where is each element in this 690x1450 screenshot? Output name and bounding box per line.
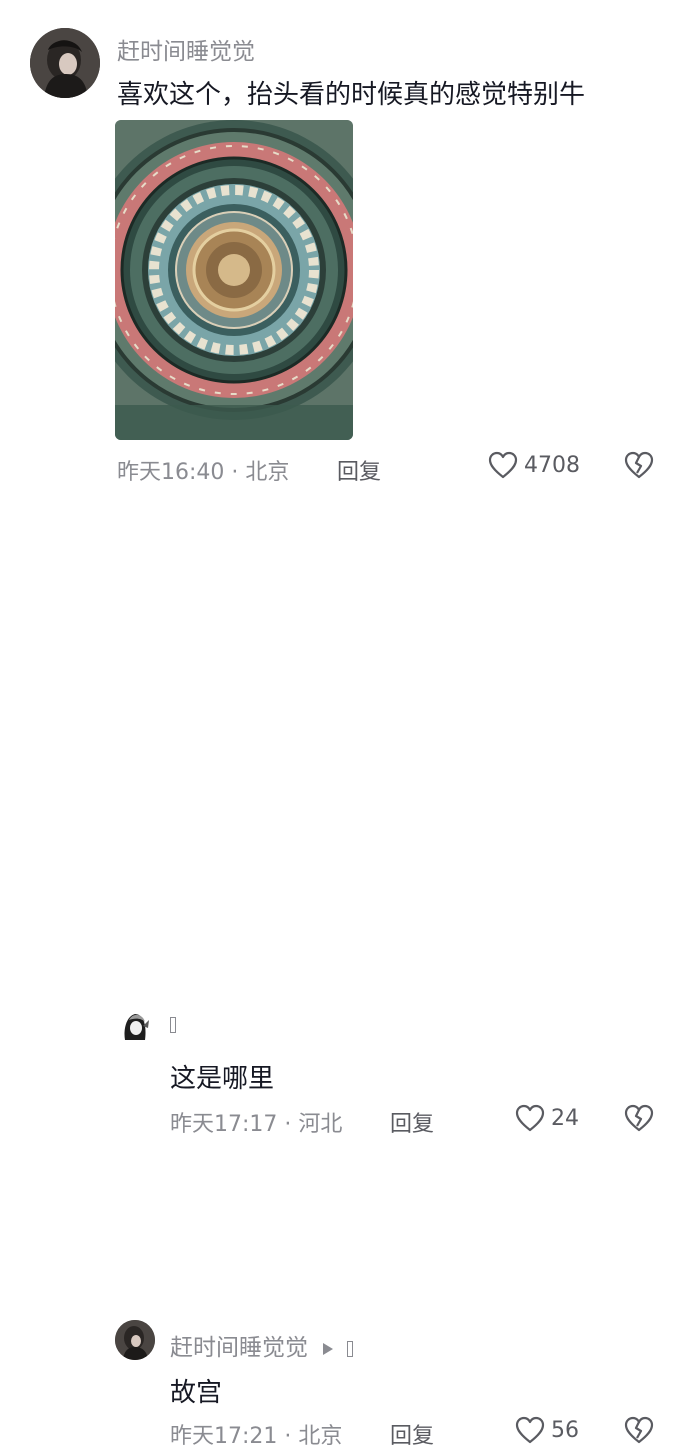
reply-item: 这是哪里 昨天17:17 · 河北 回复 24 <box>0 500 690 1137</box>
avatar[interactable] <box>30 28 100 98</box>
broken-heart-icon <box>624 1416 654 1444</box>
comment-username[interactable]: 赶时间睡觉觉 <box>117 32 255 66</box>
comment-main: 赶时间睡觉觉 喜欢这个，抬头看的时候真的感觉特别牛 昨天16:40 · 北京 回… <box>0 0 690 500</box>
like-button[interactable]: 56 <box>515 1416 579 1444</box>
like-button[interactable]: 4708 <box>488 451 580 479</box>
reply-author-name: 赶时间睡觉觉 <box>170 1335 308 1361</box>
broken-heart-icon <box>624 451 654 479</box>
reply-meta: 昨天17:21 · 北京 <box>170 1424 343 1449</box>
unknown-glyph-icon <box>170 1016 176 1033</box>
like-count: 4708 <box>524 452 580 478</box>
avatar[interactable] <box>115 1320 155 1360</box>
like-count: 24 <box>551 1105 579 1131</box>
like-count: 56 <box>551 1417 579 1443</box>
reply-text: 故宫 <box>170 1378 223 1408</box>
triangle-arrow-icon <box>323 1342 334 1355</box>
avatar-image <box>115 1320 155 1360</box>
heart-outline-icon <box>515 1416 545 1444</box>
comment-text: 喜欢这个，抬头看的时候真的感觉特别牛 <box>117 80 586 110</box>
reply-button[interactable]: 回复 <box>390 1106 434 1138</box>
reply-username[interactable]: 赶时间睡觉觉 <box>170 1328 353 1362</box>
comment-photo[interactable] <box>115 120 353 440</box>
heart-outline-icon <box>515 1104 545 1132</box>
reply-button[interactable]: 回复 <box>390 1418 434 1450</box>
unknown-glyph-icon <box>346 1340 353 1357</box>
dislike-button[interactable] <box>624 451 654 479</box>
dome-ceiling-image <box>115 120 353 440</box>
avatar-image <box>30 28 100 98</box>
broken-heart-icon <box>624 1104 654 1132</box>
like-button[interactable]: 24 <box>515 1104 579 1132</box>
avatar[interactable] <box>115 1006 155 1046</box>
comment-meta: 昨天16:40 · 北京 <box>117 460 290 485</box>
avatar-image <box>115 1006 155 1046</box>
reply-item: 赶时间睡觉觉 故宫 昨天17:21 · 北京 回复 56 <box>0 650 690 1449</box>
reply-username[interactable] <box>170 1014 176 1033</box>
reply-meta: 昨天17:17 · 河北 <box>170 1112 343 1137</box>
heart-outline-icon <box>488 451 518 479</box>
dislike-button[interactable] <box>624 1416 654 1444</box>
reply-text: 这是哪里 <box>170 1064 275 1094</box>
reply-button[interactable]: 回复 <box>337 454 381 486</box>
dislike-button[interactable] <box>624 1104 654 1132</box>
